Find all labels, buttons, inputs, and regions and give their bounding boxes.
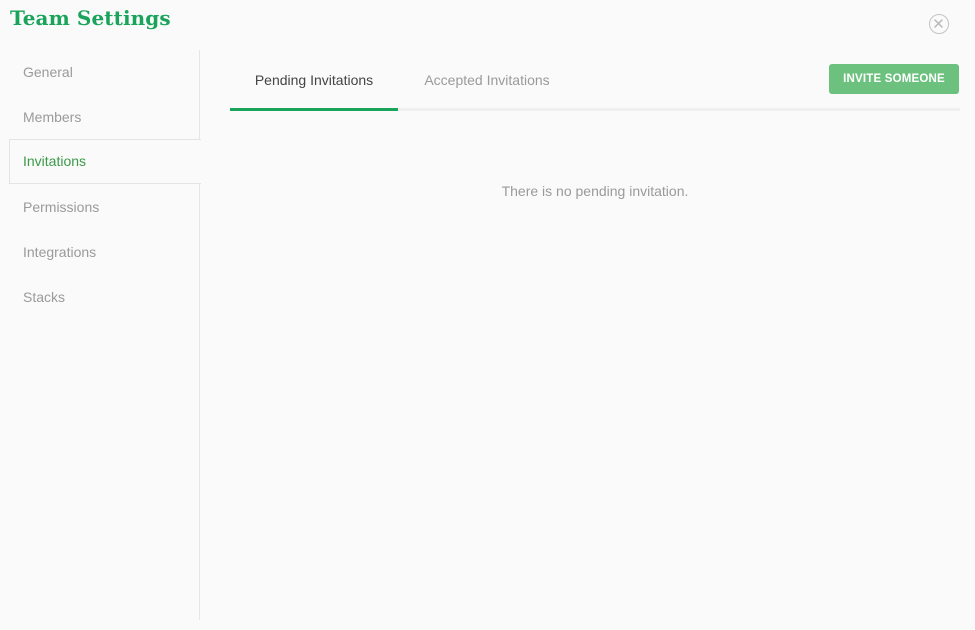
sidebar-item-invitations[interactable]: Invitations — [9, 139, 201, 184]
modal-title: Team Settings — [10, 6, 171, 30]
team-settings-modal: Team Settings General Members Invitation… — [0, 0, 975, 630]
empty-state-message: There is no pending invitation. — [501, 183, 689, 199]
tab-accepted-invitations[interactable]: Accepted Invitations — [404, 50, 570, 111]
tab-pending-invitations[interactable]: Pending Invitations — [230, 50, 398, 111]
close-button[interactable] — [929, 14, 949, 34]
sidebar-item-stacks[interactable]: Stacks — [9, 275, 200, 320]
sidebar-item-permissions[interactable]: Permissions — [9, 185, 200, 230]
sidebar-item-integrations[interactable]: Integrations — [9, 230, 200, 275]
sidebar-item-general[interactable]: General — [9, 50, 200, 95]
sidebar-item-members[interactable]: Members — [9, 95, 200, 140]
close-icon — [934, 19, 943, 28]
active-tab-indicator — [230, 108, 398, 111]
invite-someone-button[interactable]: INVITE SOMEONE — [829, 64, 959, 94]
settings-sidebar: General Members Invitations Permissions … — [0, 50, 201, 620]
